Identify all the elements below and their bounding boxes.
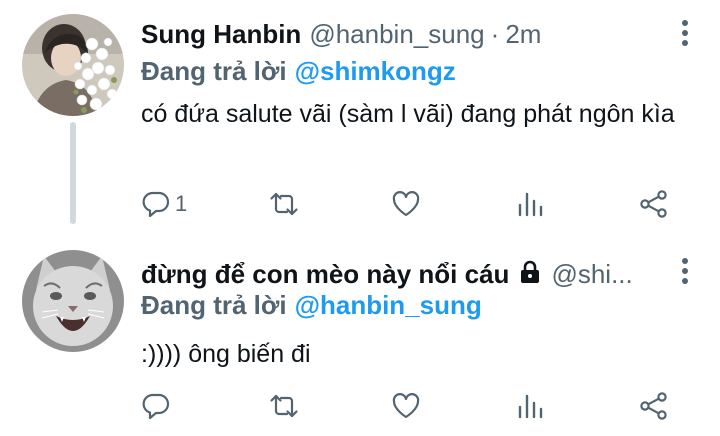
reply-icon bbox=[142, 393, 170, 420]
heart-icon bbox=[392, 393, 420, 419]
reply-mention-link[interactable]: @shimkongz bbox=[295, 56, 456, 86]
replying-to-label: Đang trả lời bbox=[141, 56, 287, 86]
tweet[interactable]: đừng để con mèo này nổi cáu @shi... Đang… bbox=[0, 238, 720, 436]
tweet-header: đừng để con mèo này nổi cáu @shi... bbox=[141, 255, 670, 293]
tweet-text: :)))) ông biến đi bbox=[141, 340, 311, 368]
like-button[interactable] bbox=[391, 184, 421, 224]
more-vertical-icon[interactable] bbox=[680, 20, 690, 50]
action-bar: 1 bbox=[141, 184, 681, 224]
replying-to-label: Đang trả lời bbox=[141, 290, 287, 320]
share-icon bbox=[640, 190, 667, 218]
tweet-header: Sung Hanbin @hanbin_sung · 2m bbox=[141, 15, 670, 53]
avatar[interactable] bbox=[22, 14, 124, 116]
reply-count: 1 bbox=[175, 191, 188, 216]
avatar[interactable] bbox=[22, 250, 124, 352]
replying-to: Đang trả lời @shimkongz bbox=[141, 56, 456, 87]
tweet[interactable]: Sung Hanbin @hanbin_sung · 2m Đang trả l… bbox=[0, 0, 720, 238]
retweet-button[interactable] bbox=[269, 386, 299, 426]
retweet-icon bbox=[270, 192, 298, 216]
share-button[interactable] bbox=[639, 184, 669, 224]
author-handle[interactable]: @shi... bbox=[551, 259, 632, 290]
stats-icon bbox=[518, 192, 543, 217]
stats-button[interactable] bbox=[515, 184, 545, 224]
reply-button[interactable]: 1 bbox=[141, 184, 187, 224]
author-name[interactable]: đừng để con mèo này nổi cáu bbox=[141, 259, 509, 290]
share-button[interactable] bbox=[639, 386, 669, 426]
separator-dot: · bbox=[490, 18, 500, 49]
like-button[interactable] bbox=[391, 386, 421, 426]
stats-button[interactable] bbox=[515, 386, 545, 426]
stats-icon bbox=[518, 394, 543, 419]
action-bar bbox=[141, 386, 681, 426]
person-with-flowers-avatar-icon bbox=[22, 14, 124, 116]
share-icon bbox=[640, 392, 667, 420]
author-name[interactable]: Sung Hanbin bbox=[141, 19, 301, 50]
reply-icon bbox=[142, 191, 170, 218]
retweet-icon bbox=[270, 394, 298, 418]
retweet-button[interactable] bbox=[269, 184, 299, 224]
more-vertical-icon[interactable] bbox=[680, 258, 690, 288]
reply-mention-link[interactable]: @hanbin_sung bbox=[295, 290, 482, 320]
timestamp[interactable]: 2m bbox=[505, 19, 541, 50]
author-handle[interactable]: @hanbin_sung bbox=[309, 19, 484, 50]
lock-icon bbox=[517, 259, 543, 285]
heart-icon bbox=[392, 191, 420, 217]
tweet-text: có đứa salute vãi (sàm l vãi) đang phát … bbox=[141, 100, 675, 128]
reply-button[interactable] bbox=[141, 386, 175, 426]
replying-to: Đang trả lời @hanbin_sung bbox=[141, 290, 482, 321]
thread-line bbox=[70, 122, 76, 224]
cat-avatar-icon bbox=[22, 250, 124, 352]
